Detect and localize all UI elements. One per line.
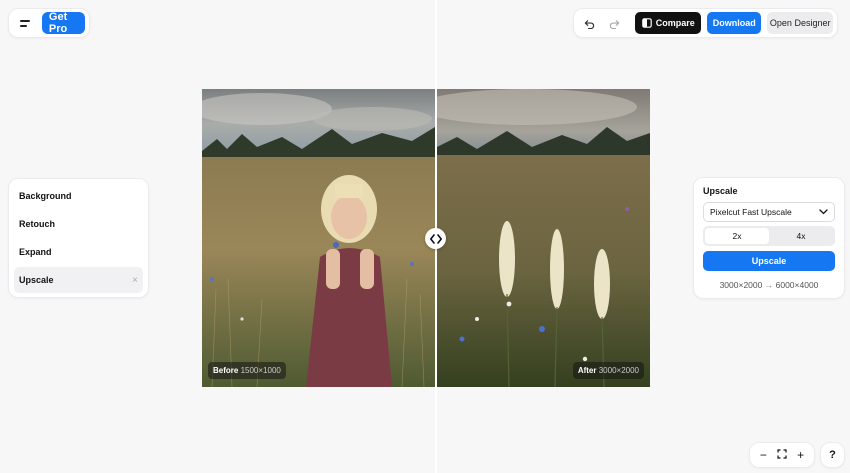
- help-button[interactable]: ?: [820, 442, 845, 468]
- upscale-button[interactable]: Upscale: [703, 251, 835, 271]
- comparison-handle[interactable]: [425, 228, 446, 249]
- tools-sidebar: Background Retouch Expand Upscale ×: [8, 178, 149, 298]
- scale-option-2x[interactable]: 2x: [705, 228, 769, 244]
- after-label: After: [577, 366, 597, 375]
- before-image: Before 1500×1000: [202, 89, 435, 387]
- open-designer-button[interactable]: Open Designer: [767, 12, 833, 34]
- resolution-summary: 3000×2000 → 6000×4000: [703, 280, 835, 290]
- sidebar-item-label: Expand: [19, 247, 52, 257]
- upscale-panel: Upscale Pixelcut Fast Upscale 2x 4x Upsc…: [693, 177, 845, 299]
- sidebar-item-background[interactable]: Background: [14, 183, 143, 209]
- redo-icon[interactable]: [605, 13, 624, 33]
- download-button[interactable]: Download: [707, 12, 762, 34]
- zoom-controls: − +: [749, 442, 815, 468]
- compare-label: Compare: [655, 18, 695, 28]
- before-resolution: 1500×1000: [240, 366, 281, 375]
- drag-arrows-icon: [429, 233, 442, 244]
- sidebar-item-retouch[interactable]: Retouch: [14, 211, 143, 237]
- zoom-in-button[interactable]: +: [794, 448, 808, 462]
- before-tag: Before 1500×1000: [208, 362, 286, 379]
- sidebar-item-expand[interactable]: Expand: [14, 239, 143, 265]
- chevron-down-icon: [819, 209, 828, 215]
- after-image: After 3000×2000: [437, 89, 650, 387]
- scale-toggle: 2x 4x: [703, 226, 835, 246]
- model-select-value: Pixelcut Fast Upscale: [710, 207, 792, 217]
- source-resolution: 3000×2000: [719, 280, 763, 290]
- top-right-toolbar: Compare Download Open Designer: [573, 8, 838, 38]
- close-icon[interactable]: ×: [132, 275, 138, 286]
- zoom-out-button[interactable]: −: [756, 448, 770, 462]
- get-pro-button[interactable]: Get Pro: [41, 11, 85, 35]
- compare-button[interactable]: Compare: [635, 12, 702, 34]
- sidebar-item-label: Retouch: [19, 219, 55, 229]
- sidebar-item-upscale[interactable]: Upscale ×: [14, 267, 143, 293]
- compare-icon: [641, 18, 652, 28]
- model-select[interactable]: Pixelcut Fast Upscale: [703, 202, 835, 222]
- after-tag: After 3000×2000: [572, 362, 644, 379]
- after-resolution: 3000×2000: [598, 366, 639, 375]
- before-label: Before: [213, 366, 239, 375]
- arrow-right-icon: →: [764, 280, 776, 290]
- menu-icon[interactable]: [17, 12, 34, 34]
- top-left-toolbar: Get Pro: [8, 8, 90, 38]
- fit-screen-icon[interactable]: [775, 448, 789, 462]
- upscale-panel-title: Upscale: [703, 186, 738, 196]
- scale-option-4x[interactable]: 4x: [769, 228, 833, 244]
- undo-icon[interactable]: [580, 13, 599, 33]
- sidebar-item-label: Background: [19, 191, 72, 201]
- target-resolution: 6000×4000: [775, 280, 819, 290]
- sidebar-item-label: Upscale: [19, 275, 54, 285]
